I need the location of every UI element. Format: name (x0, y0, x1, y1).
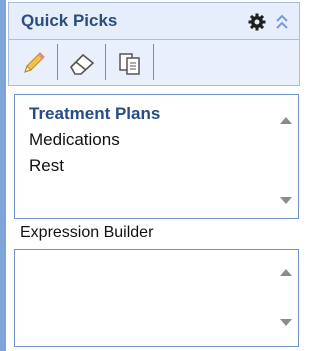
list-item-treatment-plans[interactable]: Treatment Plans (29, 101, 160, 127)
eraser-icon[interactable] (59, 40, 105, 85)
toolbar-separator (105, 44, 106, 80)
scroll-up-arrow-icon[interactable] (279, 267, 293, 277)
expression-builder-label: Expression Builder (20, 224, 154, 241)
quick-picks-toolbar (8, 40, 300, 86)
copy-icon[interactable] (107, 40, 153, 85)
quick-picks-list[interactable]: Treatment Plans Medications Rest (14, 94, 299, 219)
scroll-down-arrow-icon[interactable] (279, 318, 293, 328)
double-chevron-up-icon[interactable] (275, 13, 289, 31)
toolbar-separator (153, 44, 154, 80)
list-items: Treatment Plans Medications Rest (29, 101, 160, 179)
toolbar-separator (57, 44, 58, 80)
scroll-up-arrow-icon[interactable] (279, 115, 293, 125)
pencil-icon[interactable] (11, 40, 57, 85)
quick-picks-panel: Quick Picks Treatment Plans Medications … (6, 0, 301, 351)
scroll-down-arrow-icon[interactable] (279, 196, 293, 206)
gear-icon[interactable] (248, 13, 266, 31)
list-item-medications[interactable]: Medications (29, 127, 160, 153)
expression-builder-input[interactable] (14, 249, 299, 347)
list-item-rest[interactable]: Rest (29, 153, 160, 179)
panel-title: Quick Picks (21, 11, 118, 30)
panel-header: Quick Picks (8, 2, 300, 40)
